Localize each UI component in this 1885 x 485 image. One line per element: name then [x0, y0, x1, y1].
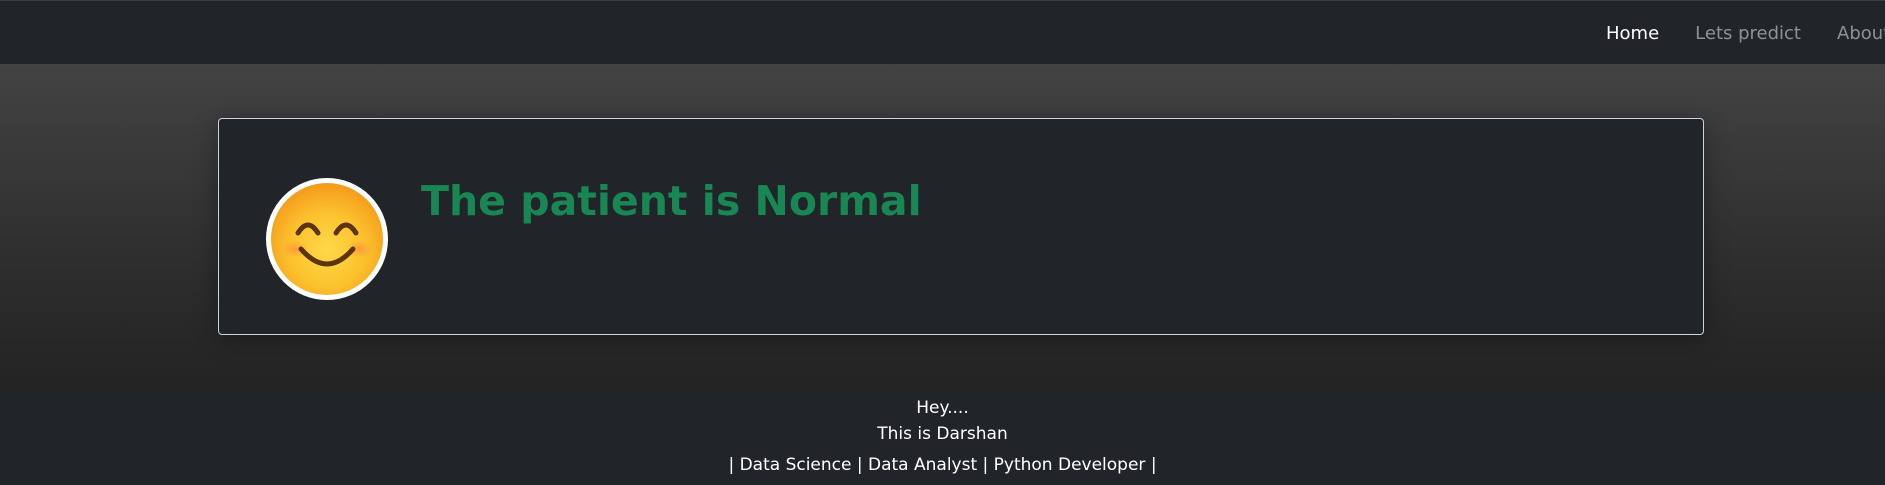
footer-greeting: Hey.... — [916, 398, 969, 418]
smiling-face-emoji-icon — [265, 177, 389, 301]
result-card: The patient is Normal — [218, 118, 1704, 335]
nav-link-lets-predict[interactable]: Lets predict — [1695, 23, 1801, 44]
page: Home Lets predict About m — [0, 0, 1885, 485]
nav-links: Home Lets predict About m — [1606, 1, 1885, 65]
footer: Hey.... This is Darshan | Data Science |… — [0, 394, 1885, 485]
footer-roles: | Data Science | Data Analyst | Python D… — [728, 455, 1157, 475]
navbar: Home Lets predict About m — [0, 0, 1885, 64]
result-title: The patient is Normal — [421, 177, 922, 225]
nav-link-about[interactable]: About m — [1837, 23, 1885, 44]
nav-link-home[interactable]: Home — [1606, 23, 1659, 44]
footer-intro: This is Darshan — [877, 424, 1008, 444]
